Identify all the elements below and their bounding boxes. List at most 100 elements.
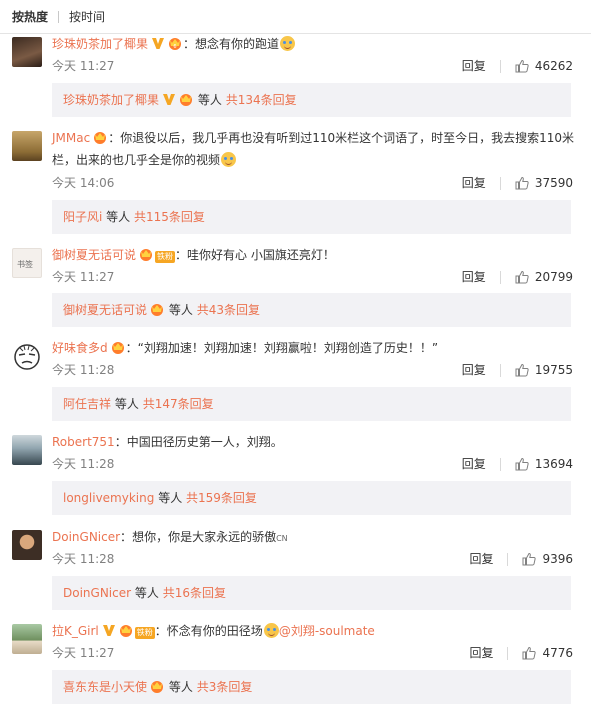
sub-reply-total-link[interactable]: 共159条回复 — [186, 491, 257, 505]
comment-body: Robert751：中国田径历史第一人，刘翔。 — [52, 431, 577, 453]
comment-item: JMMac ：你退役以后，我几乎再也没有听到过110米栏这个词语了，时至今日，我去… — [0, 127, 591, 237]
comment-item: 书签 御树夏无话可说 铁粉 ：哇你好有心 小国旗还亮灯！ 今天 11:27 回复 2… — [0, 244, 591, 338]
divider — [507, 552, 509, 566]
comment-text: 你退役以后，我几乎再也没有听到过110米栏这个词语了，时至今日，我去搜索110米… — [52, 131, 575, 167]
thumbs-up-icon — [515, 176, 529, 190]
divider — [499, 59, 501, 73]
comment-time: 今天 11:28 — [52, 363, 115, 377]
comment-colon: ： — [120, 530, 133, 544]
comment-colon: ： — [183, 37, 196, 51]
comment-time: 今天 11:27 — [52, 270, 115, 284]
like-button[interactable]: 19755 — [515, 362, 573, 378]
sort-by-time-tab[interactable]: 按时间 — [69, 9, 105, 25]
comment-actions: 回复 13694 — [462, 456, 573, 472]
comment-time: 今天 14:06 — [52, 176, 115, 190]
thumbs-up-icon — [522, 552, 537, 566]
sub-reply-etc: 等人 — [197, 93, 222, 107]
like-button[interactable]: 4776 — [522, 645, 573, 661]
member-crown-icon — [151, 681, 164, 693]
comment-username[interactable]: 好味食多d — [52, 341, 108, 355]
fan-badge: 铁粉 — [134, 627, 155, 639]
comment-time: 今天 11:28 — [52, 552, 115, 566]
crying-emoji-icon — [263, 623, 279, 638]
avatar[interactable] — [12, 435, 42, 465]
divider — [507, 646, 509, 660]
like-button[interactable]: 13694 — [515, 456, 573, 472]
avatar[interactable] — [12, 624, 42, 654]
sub-replies-box: 御树夏无话可说 等人 共43条回复 — [52, 293, 571, 327]
reply-button[interactable]: 回复 — [469, 551, 493, 567]
comment-item: DoinGNicer：想你，你是大家永远的骄傲CN 今天 11:28 回复 93… — [0, 526, 591, 620]
avatar[interactable]: 书签 — [12, 248, 42, 278]
sub-reply-username[interactable]: 珍珠奶茶加了椰果 — [63, 93, 159, 107]
avatar[interactable] — [12, 530, 42, 560]
sub-reply-username[interactable]: 阳子风i — [63, 210, 102, 224]
sub-reply-etc: 等人 — [114, 397, 139, 411]
comment-colon: ： — [114, 435, 127, 449]
comment-text: “刘翔加速！刘翔加速！刘翔赢啦！刘翔创造了历史！！” — [137, 341, 439, 355]
comment-actions: 回复 19755 — [462, 362, 573, 378]
comment-time: 今天 11:27 — [52, 59, 115, 73]
comment-text: 哇你好有心 小国旗还亮灯！ — [187, 248, 335, 262]
sub-reply-total-link[interactable]: 共16条回复 — [163, 586, 226, 600]
like-button[interactable]: 20799 — [515, 269, 573, 285]
reply-button[interactable]: 回复 — [462, 456, 486, 472]
sub-replies-box: longlivemyking 等人 共159条回复 — [52, 481, 571, 515]
avatar[interactable] — [12, 37, 42, 67]
sub-replies-box: 阳子风i 等人 共115条回复 — [52, 200, 571, 234]
comment-username[interactable]: 御树夏无话可说 — [52, 248, 136, 262]
thumbs-up-icon — [515, 270, 529, 284]
like-count: 9396 — [542, 552, 573, 566]
sub-reply-username[interactable]: 喜东东是小天使 — [63, 680, 147, 694]
comment-colon: ： — [125, 341, 138, 355]
sub-reply-username[interactable]: 阿任吉祥 — [63, 397, 111, 411]
comment-suffix: CN — [276, 534, 288, 543]
comment-username[interactable]: JMMac — [52, 131, 90, 145]
like-count: 46262 — [534, 59, 573, 73]
reply-button[interactable]: 回复 — [462, 362, 486, 378]
sub-reply-total-link[interactable]: 共43条回复 — [197, 303, 260, 317]
comment-colon: ： — [154, 624, 167, 638]
sub-reply-username[interactable]: longlivemyking — [63, 491, 154, 505]
like-button[interactable]: 37590 — [515, 175, 573, 191]
member-crown-icon — [140, 249, 153, 261]
reply-button[interactable]: 回复 — [462, 58, 486, 74]
comment-username[interactable]: 珍珠奶茶加了椰果 — [52, 37, 148, 51]
reply-button[interactable]: 回复 — [469, 645, 493, 661]
reply-button[interactable]: 回复 — [462, 269, 486, 285]
member-crown-icon — [94, 132, 107, 144]
thumbs-up-icon — [515, 59, 529, 73]
fan-badge: 铁粉 — [155, 251, 176, 263]
comment-username[interactable]: DoinGNicer — [52, 530, 120, 544]
avatar[interactable] — [12, 341, 42, 371]
sub-reply-etc: 等人 — [106, 210, 131, 224]
verified-v-icon — [102, 625, 115, 636]
comment-username[interactable]: 拉K_Girl — [52, 624, 99, 638]
comment-body: 好味食多d ：“刘翔加速！刘翔加速！刘翔赢啦！刘翔创造了历史！！” — [52, 337, 577, 359]
like-button[interactable]: 46262 — [515, 58, 573, 74]
sub-reply-total-link[interactable]: 共3条回复 — [197, 680, 253, 694]
sub-reply-username[interactable]: DoinGNicer — [63, 586, 131, 600]
sub-reply-username[interactable]: 御树夏无话可说 — [63, 303, 147, 317]
sub-reply-etc: 等人 — [158, 491, 183, 505]
divider — [499, 363, 501, 377]
sub-reply-total-link[interactable]: 共147条回复 — [143, 397, 214, 411]
like-count: 19755 — [534, 363, 573, 377]
sub-reply-total-link[interactable]: 共115条回复 — [134, 210, 205, 224]
comment-colon: ： — [108, 131, 121, 145]
crying-emoji-icon — [221, 152, 237, 167]
avatar-face-image — [14, 344, 40, 370]
sub-reply-total-link[interactable]: 共134条回复 — [226, 93, 297, 107]
comment-username[interactable]: Robert751 — [52, 435, 115, 449]
comment-text: 想你，你是大家永远的骄傲 — [132, 530, 277, 544]
avatar[interactable] — [12, 131, 42, 161]
comment-item: Robert751：中国田径历史第一人，刘翔。 今天 11:28 回复 1369… — [0, 431, 591, 525]
comment-item: 拉K_Girl 铁粉 ：怀念有你的田径场 @刘翔-soulmate 今天 11:27 … — [0, 620, 591, 714]
like-button[interactable]: 9396 — [522, 551, 573, 567]
divider — [499, 270, 501, 284]
reply-button[interactable]: 回复 — [462, 175, 486, 191]
mention-link[interactable]: @刘翔-soulmate — [279, 624, 375, 638]
comment-body: 珍珠奶茶加了椰果 6 ：想念有你的跑道 — [52, 33, 577, 55]
sort-by-hot-tab[interactable]: 按热度 — [12, 9, 48, 25]
thumbs-up-icon — [515, 457, 529, 471]
